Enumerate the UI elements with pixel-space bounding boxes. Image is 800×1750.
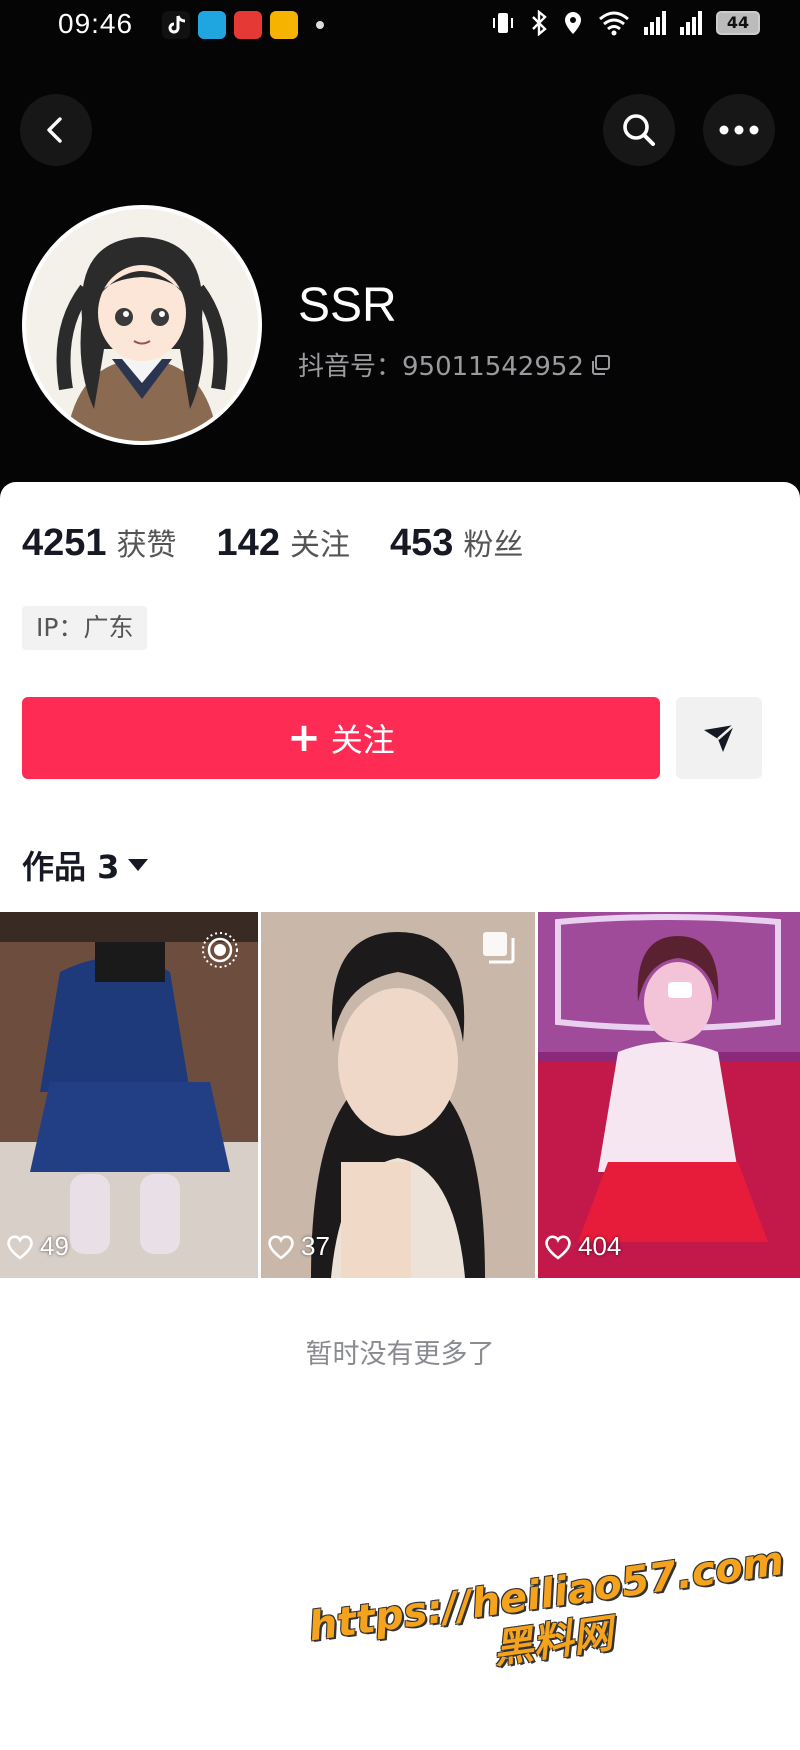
- status-time: 09:46: [58, 8, 134, 39]
- username: SSR: [298, 279, 397, 332]
- stat-value: 4251: [22, 522, 107, 564]
- work-thumbnail[interactable]: 404: [538, 912, 800, 1278]
- status-bar: 09:46 44: [0, 0, 800, 50]
- wifi-icon: [599, 11, 629, 36]
- works-tab[interactable]: 作品 3: [22, 842, 149, 888]
- battery-icon: 44: [716, 11, 760, 35]
- system-status: 44: [490, 10, 760, 36]
- avatar[interactable]: [22, 205, 262, 445]
- stat-following[interactable]: 142 关注: [217, 520, 350, 565]
- follow-button[interactable]: + 关注: [22, 697, 660, 779]
- works-grid: 49 37 404: [0, 912, 800, 1278]
- more-notifications-dot: [316, 21, 324, 29]
- stat-label: 关注: [289, 528, 350, 563]
- search-icon: [623, 114, 655, 146]
- mail-app-icon: [270, 11, 298, 39]
- copy-icon[interactable]: [590, 354, 612, 376]
- camel-app-icon: [198, 11, 226, 39]
- more-dots-icon: [719, 125, 759, 135]
- more-button[interactable]: [703, 94, 775, 166]
- message-button[interactable]: [676, 697, 762, 779]
- works-tab-label: 作品 3: [22, 848, 120, 886]
- douyin-id[interactable]: 抖音号：95011542952: [298, 346, 612, 383]
- heart-icon: [268, 1234, 294, 1260]
- follow-label: 关注: [330, 721, 395, 759]
- stat-value: 142: [216, 522, 280, 564]
- douyin-id-text: 抖音号：95011542952: [298, 352, 584, 382]
- notification-icons: [162, 11, 324, 39]
- stat-likes[interactable]: 4251 获赞: [22, 520, 177, 565]
- heart-icon: [545, 1234, 571, 1260]
- caret-down-icon: [128, 859, 149, 871]
- search-button[interactable]: [603, 94, 675, 166]
- likes-count: 404: [578, 1231, 622, 1261]
- location-icon: [565, 12, 581, 34]
- profile-header: 09:46 44 SSR 抖音号：95011542952: [0, 0, 800, 500]
- image-set-icon: [481, 930, 517, 970]
- work-thumbnail[interactable]: 37: [261, 912, 535, 1278]
- work-thumbnail[interactable]: 49: [0, 912, 258, 1278]
- back-button[interactable]: [20, 94, 92, 166]
- ip-location-tag: IP：广东: [22, 606, 148, 650]
- vibrate-icon: [493, 13, 513, 33]
- chevron-left-icon: [47, 117, 62, 143]
- work-likes: 49: [6, 1231, 69, 1262]
- gift-app-icon: [234, 11, 262, 39]
- heart-icon: [7, 1234, 33, 1260]
- tiktok-app-icon: [162, 11, 190, 39]
- stat-label: 粉丝: [463, 528, 524, 563]
- profile-stats: 4251 获赞 142 关注 453 粉丝: [22, 520, 563, 565]
- likes-count: 49: [40, 1231, 69, 1261]
- plus-icon: +: [287, 715, 321, 761]
- stat-label: 获赞: [116, 528, 177, 563]
- signal-5g-icon-2: [680, 11, 702, 35]
- bluetooth-icon: [532, 10, 547, 36]
- stat-value: 453: [389, 522, 454, 564]
- work-likes: 37: [267, 1231, 330, 1262]
- end-of-list-text: 暂时没有更多了: [305, 1339, 495, 1370]
- signal-5g-icon-1: [644, 11, 666, 35]
- work-likes: 404: [544, 1231, 621, 1262]
- send-icon: [704, 724, 735, 752]
- live-photo-icon: [200, 930, 240, 974]
- stat-followers[interactable]: 453 粉丝: [390, 520, 523, 565]
- likes-count: 37: [301, 1231, 330, 1261]
